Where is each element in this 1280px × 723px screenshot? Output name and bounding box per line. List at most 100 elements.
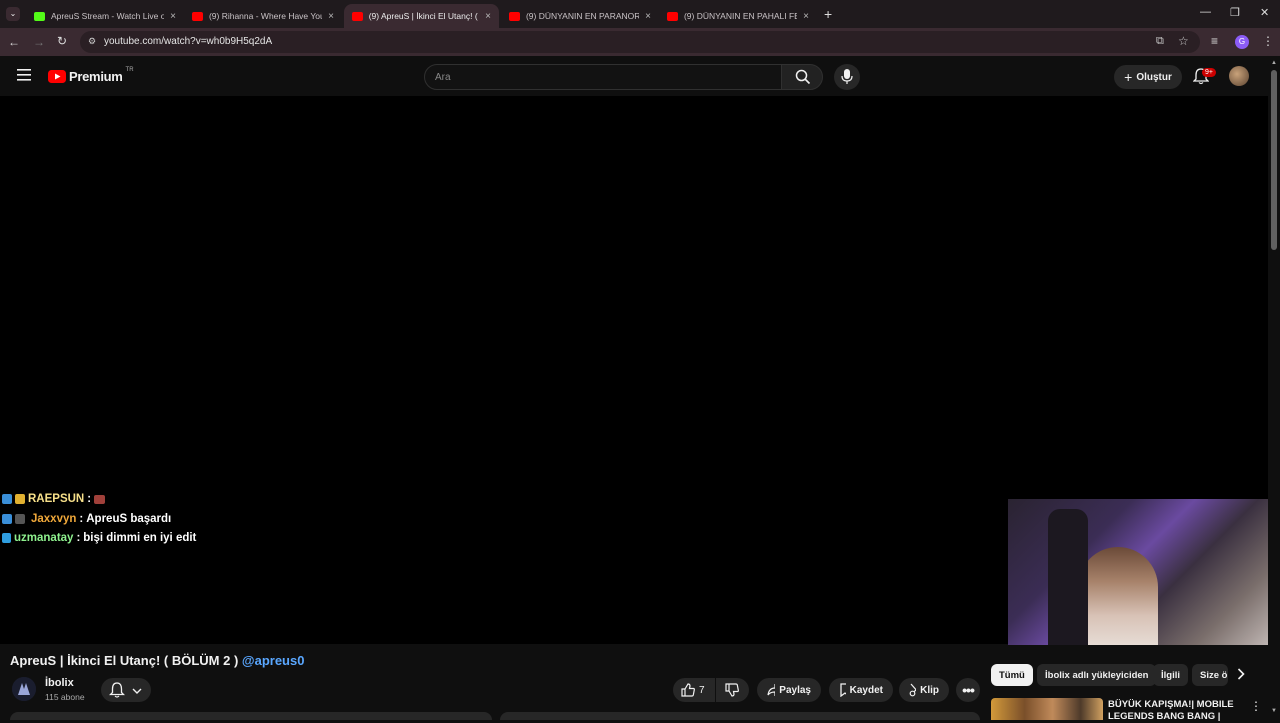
recommendation-menu-icon[interactable]: ⋮ [1250,699,1262,713]
create-label: Oluştur [1136,71,1172,83]
recommended-video-thumbnail[interactable] [991,698,1103,720]
video-player[interactable]: RAEPSUN : Jaxxvyn : ApreuS başardı uzman… [0,96,1280,645]
back-icon[interactable]: ← [8,35,20,49]
tab-title: (9) Rihanna - Where Have You B [208,11,323,21]
scroll-down-arrow[interactable]: ▼ [1271,708,1277,714]
voice-search-button[interactable] [834,64,860,90]
gaming-chair [1048,509,1088,645]
chevron-right-icon[interactable] [1237,668,1245,680]
streamer-figure [1078,547,1158,645]
chat-separator: : [76,532,81,544]
site-info-icon[interactable]: ⚙ [88,36,96,47]
tab-search-button[interactable]: ⌄ [6,7,20,21]
create-button[interactable]: + Oluştur [1114,65,1182,89]
tab-title: (9) DÜNYANIN EN PAHALI FELA [683,11,798,21]
new-tab-plus-icon[interactable]: + [824,6,832,22]
chat-message: bişi dimmi en iyi edit [83,532,197,544]
dislike-button[interactable] [716,678,749,702]
chat-username: RAEPSUN [28,493,85,505]
close-icon[interactable]: × [485,11,491,22]
more-actions-button[interactable]: ••• [956,678,980,702]
close-icon[interactable]: × [645,11,651,22]
clip-button[interactable]: Klip [899,678,949,702]
media-control-icon[interactable]: ≡ [1211,34,1218,48]
more-horizontal-icon: ••• [962,682,975,698]
comments-box-edge [500,712,980,720]
kick-icon [34,11,45,21]
window-close-icon[interactable]: ✕ [1260,6,1269,19]
chat-username: Jaxxvyn [31,513,77,525]
forward-icon[interactable]: → [33,35,45,49]
install-icon[interactable]: ⧉ [1156,35,1164,48]
clip-label: Klip [920,684,939,696]
bookmark-star-icon[interactable]: ☆ [1178,34,1189,48]
restore-icon[interactable]: ❐ [1230,6,1240,19]
reload-icon[interactable]: ↻ [57,34,67,48]
share-button[interactable]: Paylaş [757,678,821,702]
share-icon [767,684,776,696]
thumbs-up-icon [681,683,695,697]
video-title-handle-link[interactable]: @apreus0 [242,653,305,668]
tab-title: (9) DÜNYANIN EN PARANORMA [525,11,640,21]
bookmark-icon [840,683,846,697]
chat-username: uzmanatay [14,532,74,544]
logo-text: Premium [69,69,123,84]
youtube-icon [667,11,678,21]
like-count: 7 [699,684,705,696]
share-label: Paylaş [779,684,811,696]
close-icon[interactable]: × [803,11,809,22]
filter-chip-related[interactable]: İlgili [1153,664,1188,686]
cube-badge-icon [2,533,11,543]
filter-chip-all[interactable]: Tümü [991,664,1033,686]
url-text: youtube.com/watch?v=wh0b9H5q2dA [104,36,273,47]
channel-logo-icon [12,677,36,701]
video-title: ApreuS | İkinci El Utanç! ( BÖLÜM 2 ) @a… [10,653,304,668]
save-label: Kaydet [849,684,883,696]
scrollbar-thumb[interactable] [1271,70,1277,250]
subscription-bell-button[interactable] [101,678,151,702]
close-icon[interactable]: × [170,11,176,22]
browser-tab-strip: ⌄ ApreuS Stream - Watch Live on × (9) Ri… [0,0,1280,28]
hamburger-menu-icon[interactable] [17,69,31,81]
address-bar[interactable]: ⚙ youtube.com/watch?v=wh0b9H5q2dA ⧉ ☆ [80,31,1200,53]
profile-avatar[interactable]: G [1235,35,1249,49]
page-scrollbar[interactable]: ▲ ▼ [1268,56,1280,720]
feather-badge-icon [15,514,25,524]
scroll-up-arrow[interactable]: ▲ [1271,60,1277,66]
browser-tab[interactable]: (9) Rihanna - Where Have You B × [184,4,342,28]
microphone-icon [841,69,853,84]
chat-message: ApreuS başardı [86,513,172,525]
prime-badge-icon [2,494,12,504]
video-title-text: ApreuS | İkinci El Utanç! ( BÖLÜM 2 ) [10,653,239,668]
browser-tab-active[interactable]: (9) ApreuS | İkinci El Utanç! ( BÖ × [344,4,499,28]
youtube-icon [509,11,520,21]
scissors-icon [909,683,917,697]
browser-menu-icon[interactable]: ⋮ [1262,34,1274,48]
tab-title: (9) ApreuS | İkinci El Utanç! ( BÖ [368,11,479,21]
chat-line: RAEPSUN : [2,493,106,505]
browser-tab[interactable]: ApreuS Stream - Watch Live on × [26,4,184,28]
search-button[interactable] [781,64,823,90]
youtube-premium-logo[interactable]: Premium TR [48,66,134,84]
youtube-header: Premium TR Ara + Oluştur 9+ [0,56,1280,96]
close-icon[interactable]: × [328,11,334,22]
channel-name[interactable]: İbolix [45,677,74,689]
browser-tab[interactable]: (9) DÜNYANIN EN PARANORMA × [501,4,659,28]
like-button[interactable]: 7 [673,678,715,702]
streamer-webcam-overlay [1008,499,1280,645]
recommended-video-title[interactable]: BÜYÜK KAPIŞMA!| MOBILE LEGENDS BANG BANG… [1108,699,1238,723]
search-input[interactable]: Ara [424,64,782,90]
account-avatar[interactable] [1229,66,1249,86]
filter-chip-for-you[interactable]: Size ö [1192,664,1228,686]
chat-line: Jaxxvyn : ApreuS başardı [2,513,171,525]
save-button[interactable]: Kaydet [829,678,893,702]
description-box-edge [10,712,492,720]
channel-avatar[interactable] [12,677,36,701]
bell-icon [109,682,125,698]
subscriber-count: 115 abone [45,692,85,702]
browser-tab[interactable]: (9) DÜNYANIN EN PAHALI FELA × [659,4,817,28]
search-icon [795,69,811,85]
minimize-icon[interactable]: — [1200,6,1211,18]
region-label: TR [125,66,134,73]
filter-chip-uploader[interactable]: İbolix adlı yükleyiciden [1037,664,1157,686]
